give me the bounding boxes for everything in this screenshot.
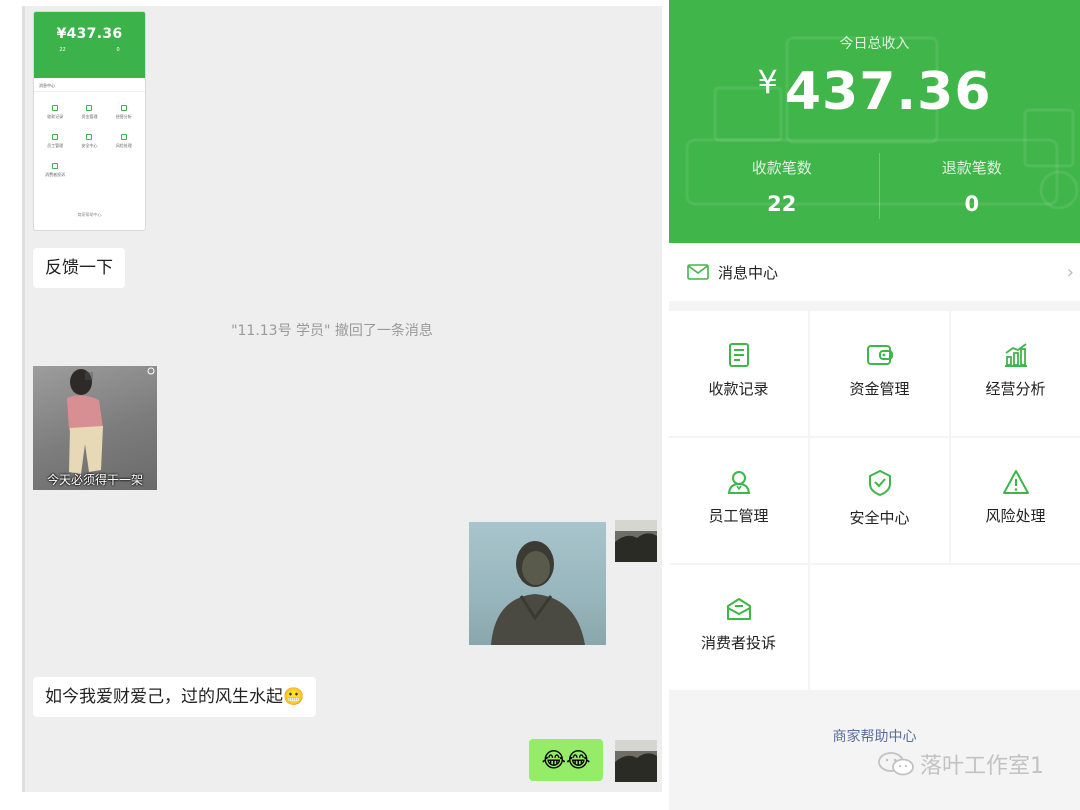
thumb-item-icon — [86, 105, 93, 111]
tile-risk-handling[interactable]: 风险处理 — [951, 438, 1080, 563]
photo-image-message[interactable] — [469, 522, 606, 645]
tile-label: 消费者投诉 — [700, 634, 776, 652]
sticker-image-message[interactable]: 今天必须得干一架 — [33, 366, 157, 490]
watermark-text: 落叶工作室1 — [920, 754, 1044, 779]
tile-label: 员工管理 — [708, 507, 769, 525]
stat-payments[interactable]: 收款笔数 22 — [679, 157, 885, 216]
message-bubble-emoji[interactable]: 😂😂 — [529, 739, 603, 781]
thumb-item: 风险处理 — [107, 134, 141, 149]
thumb-item: 资金管理 — [72, 105, 106, 120]
tile-security-center[interactable]: 安全中心 — [810, 438, 949, 563]
chevron-right-icon: › — [1066, 262, 1074, 283]
wechat-logo-icon — [878, 752, 914, 776]
amount-value: 437.36 — [784, 62, 992, 122]
thumb-item: 员工管理 — [38, 134, 72, 149]
message-bubble-main[interactable]: 如今我爱财爱己，过的风生水起😬 — [33, 677, 317, 717]
message-center-label: 消息中心 — [718, 263, 779, 282]
watermark: 落叶工作室1 — [876, 748, 1044, 780]
wallet-icon — [866, 345, 893, 365]
chat-left-edge — [22, 6, 25, 792]
avatar[interactable] — [615, 520, 657, 562]
tile-business-analysis[interactable]: 经营分析 — [951, 311, 1080, 436]
chat-window: ¥437.36 22 0 消息中心 收款记录 资金管理 经营分析 员工管理 安全… — [22, 6, 662, 792]
thumb-item-icon — [52, 163, 59, 169]
stat-value: 0 — [964, 192, 980, 216]
avatar[interactable] — [615, 740, 657, 782]
receipt-icon — [728, 343, 749, 367]
thumb-message-center: 消息中心 — [34, 78, 145, 92]
stat-value: 22 — [767, 192, 797, 216]
warning-icon — [1002, 470, 1029, 494]
bar-chart-icon — [1004, 343, 1027, 367]
today-income-amount: ¥437.36 — [669, 62, 1080, 122]
thumb-item-icon — [120, 105, 127, 111]
thumb-item: 收款记录 — [38, 105, 72, 120]
currency-symbol: ¥ — [757, 63, 779, 101]
tile-label: 风险处理 — [985, 507, 1046, 525]
stat-refunds[interactable]: 退款笔数 0 — [869, 157, 1075, 216]
thumb-stat-1: 22 — [59, 47, 66, 53]
thumb-stat-2: 0 — [116, 47, 120, 53]
today-income-label: 今日总收入 — [839, 36, 910, 52]
function-grid: 收款记录 资金管理 经营分析 员工管理 安全中心 风险处理 消费者投诉 — [669, 311, 1080, 692]
merchant-help-center-link[interactable]: 商家帮助中心 — [669, 726, 1080, 746]
tile-consumer-complaints[interactable]: 消费者投诉 — [669, 565, 808, 690]
tile-label: 经营分析 — [985, 380, 1046, 398]
grimace-emoji-icon: 😬 — [283, 687, 305, 707]
tile-label: 收款记录 — [708, 380, 769, 398]
avatar-landscape — [615, 740, 657, 782]
screenshot-image-message[interactable]: ¥437.36 22 0 消息中心 收款记录 资金管理 经营分析 员工管理 安全… — [33, 11, 146, 231]
thumb-item-icon — [52, 134, 59, 140]
tile-label: 安全中心 — [849, 509, 910, 527]
income-header: 今日总收入 ¥437.36 收款笔数 22 退款笔数 0 — [669, 0, 1080, 243]
stat-label: 退款笔数 — [941, 159, 1002, 177]
thumb-item-icon — [120, 134, 127, 140]
thumb-item-icon — [52, 105, 59, 111]
thumb-item: 安全中心 — [72, 134, 106, 149]
thumb-item: 经营分析 — [107, 105, 141, 120]
tile-staff-management[interactable]: 员工管理 — [669, 438, 808, 563]
thumb-amount: ¥437.36 — [56, 26, 123, 42]
tile-receipt-records[interactable]: 收款记录 — [669, 311, 808, 436]
recall-notice: "11.13号 学员" 撤回了一条消息 — [231, 323, 433, 339]
mail-icon — [687, 264, 709, 280]
avatar-landscape — [615, 520, 657, 562]
message-bubble-feedback[interactable]: 反馈一下 — [33, 248, 125, 288]
message-center-row[interactable]: 消息中心 › — [669, 243, 1080, 301]
thumb-header: ¥437.36 22 0 — [34, 12, 145, 78]
tile-label: 资金管理 — [849, 380, 910, 398]
shield-icon — [868, 469, 891, 497]
sticker-caption: 今天必须得干一架 — [46, 473, 143, 487]
thumb-item: 消费者投诉 — [38, 163, 72, 178]
message-text: 如今我爱财爱己，过的风生水起 — [45, 687, 283, 707]
thumb-footer: 商家帮助中心 — [77, 212, 102, 217]
merchant-panel: 今日总收入 ¥437.36 收款笔数 22 退款笔数 0 消息中心 › 收款记录… — [669, 0, 1080, 810]
thumb-item-icon — [86, 134, 93, 140]
photo-portrait — [491, 541, 585, 645]
tile-fund-management[interactable]: 资金管理 — [810, 311, 949, 436]
tile-empty — [810, 565, 1080, 690]
complaint-envelope-icon — [726, 598, 751, 620]
stat-label: 收款笔数 — [751, 159, 812, 177]
person-icon — [727, 471, 750, 494]
